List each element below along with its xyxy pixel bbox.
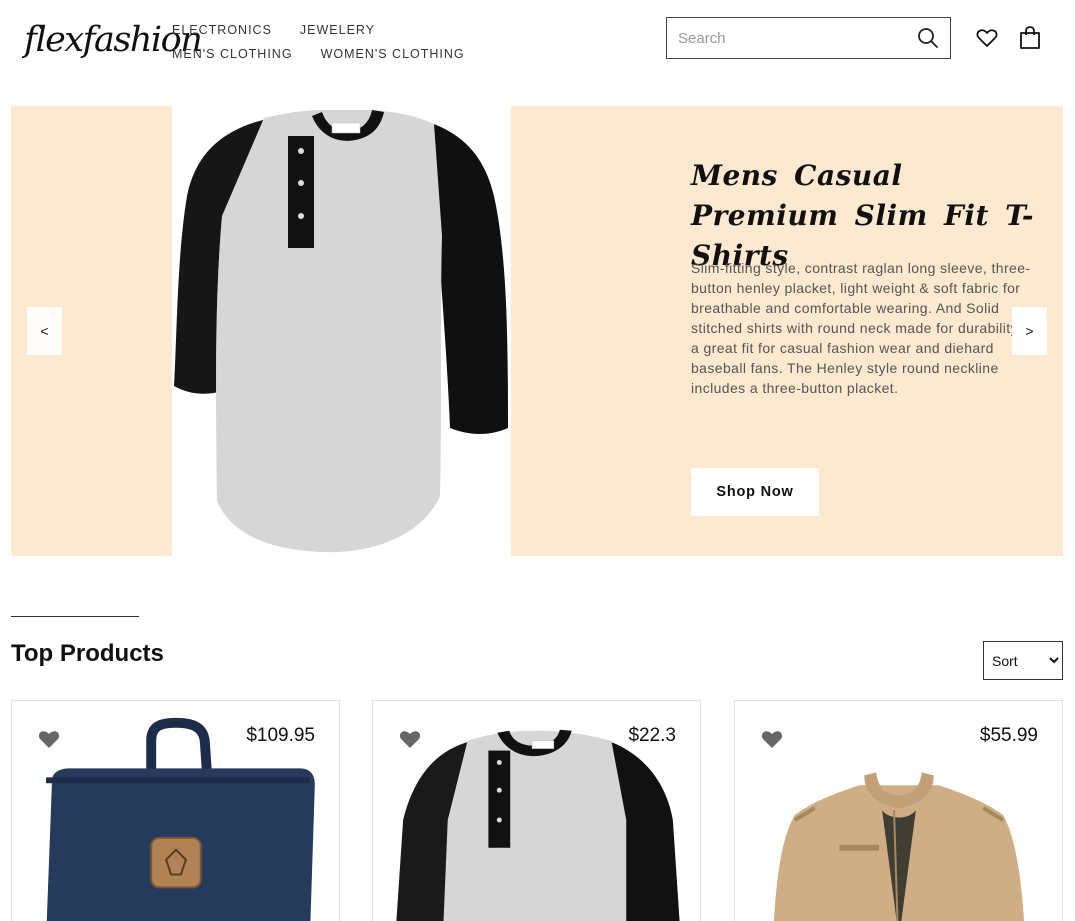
shop-now-button[interactable]: Shop Now xyxy=(691,468,819,516)
product-price: $55.99 xyxy=(979,725,1038,746)
favorite-heart-icon[interactable] xyxy=(399,729,421,749)
nav-item-jewelery[interactable]: JEWELERY xyxy=(300,18,375,42)
search-box xyxy=(666,17,951,59)
carousel-next-button[interactable]: > xyxy=(1012,307,1047,355)
carousel-prev-button[interactable]: < xyxy=(27,307,62,355)
product-card[interactable]: $109.95 xyxy=(11,700,340,921)
section-divider xyxy=(11,616,139,617)
hero-banner: Mens Casual Premium Slim Fit T-Shirts Sl… xyxy=(11,106,1063,556)
product-card[interactable]: $22.3 xyxy=(372,700,701,921)
shopping-bag-icon[interactable] xyxy=(1018,25,1042,51)
nav-item-electronics[interactable]: ELECTRONICS xyxy=(172,18,272,42)
section-title: Top Products xyxy=(11,640,164,667)
product-price: $109.95 xyxy=(246,725,315,746)
favorite-heart-icon[interactable] xyxy=(38,729,60,749)
search-icon[interactable] xyxy=(906,18,950,58)
hero-description: Slim-fitting style, contrast raglan long… xyxy=(691,260,1047,396)
sort-select[interactable]: Sort xyxy=(983,641,1063,680)
main-nav: ELECTRONICS JEWELERY MEN'S CLOTHING WOMEN'S… xyxy=(172,18,532,66)
nav-item-womens-clothing[interactable]: WOMEN'S CLOTHING xyxy=(321,42,465,66)
heart-icon[interactable] xyxy=(975,26,999,50)
product-price: $22.3 xyxy=(628,725,676,746)
product-card[interactable]: $55.99 xyxy=(734,700,1063,921)
hero-product-image xyxy=(172,106,511,556)
favorite-heart-icon[interactable] xyxy=(761,729,783,749)
nav-item-mens-clothing[interactable]: MEN'S CLOTHING xyxy=(172,42,293,66)
search-input[interactable] xyxy=(667,18,906,58)
